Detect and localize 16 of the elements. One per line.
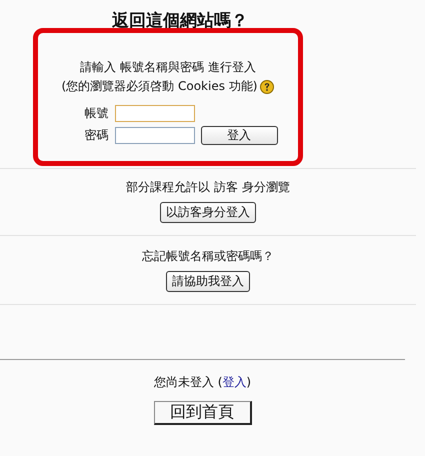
field-label: 密碼 — [84, 127, 108, 144]
input-field[interactable] — [114, 127, 194, 144]
guest-access-text: 部分課程允許以 訪客 身分瀏覽 — [126, 179, 290, 196]
home-button[interactable]: 回到首頁 — [154, 401, 252, 425]
help-icon[interactable] — [260, 80, 274, 94]
cookies-note: (您的瀏覽器必須啓動 Cookies 功能) — [62, 78, 258, 95]
page-heading: 返回這個網站嗎？ — [111, 10, 249, 33]
help-login-button[interactable]: 請協助我登入 — [166, 271, 250, 292]
login-link[interactable]: 登入 — [222, 375, 246, 389]
login-instructions: 請輸入 帳號名稱與密碼 進行登入 — [80, 59, 256, 76]
field-label: 帳號 — [84, 105, 108, 122]
guest-login-button[interactable]: 以訪客身分登入 — [160, 202, 256, 223]
login-status-text: 您尚未登入 (登入) — [154, 374, 252, 391]
input-field[interactable] — [114, 105, 194, 122]
forgot-password-text: 忘記帳號名稱或密碼嗎？ — [142, 248, 274, 265]
login-button[interactable]: 登入 — [200, 126, 278, 145]
